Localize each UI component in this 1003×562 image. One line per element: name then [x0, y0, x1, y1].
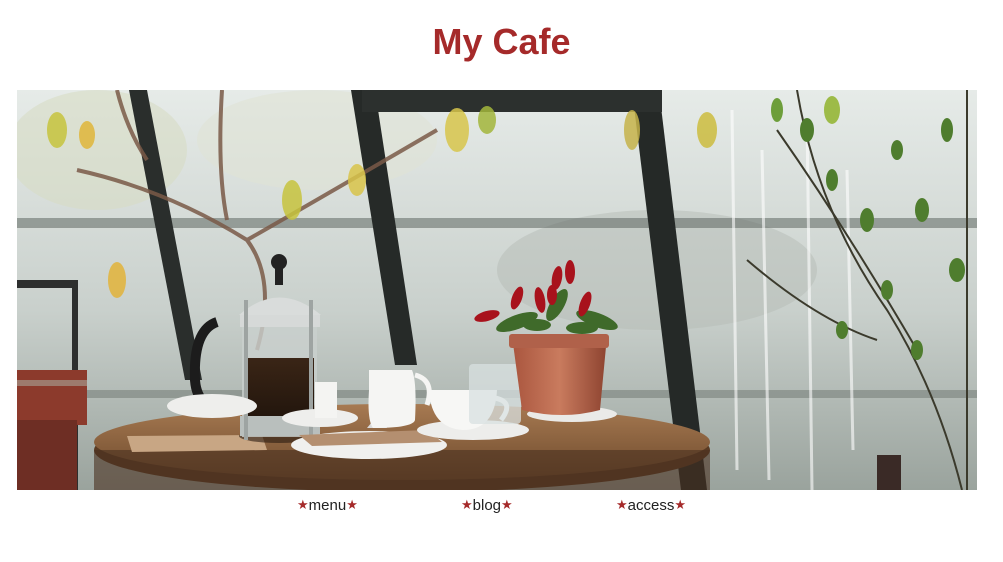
nav-blog-link[interactable]: ★blog★ — [461, 496, 513, 516]
nav-menu-label: menu — [308, 497, 347, 514]
nav-blog-label: blog — [472, 497, 502, 514]
site-title: My Cafe — [432, 21, 571, 62]
star-icon: ★ — [616, 497, 628, 512]
star-icon: ★ — [297, 497, 309, 512]
nav-access-link[interactable]: ★access★ — [616, 496, 686, 516]
nav-access-label: access — [627, 497, 675, 514]
nav-menu-link[interactable]: ★menu★ — [297, 496, 358, 516]
star-icon: ★ — [674, 497, 686, 512]
star-icon: ★ — [501, 497, 513, 512]
star-icon: ★ — [461, 497, 473, 512]
hero-image — [17, 90, 977, 490]
main-nav: ★menu★ ★blog★ ★access★ — [0, 496, 1003, 516]
star-icon: ★ — [346, 497, 358, 512]
